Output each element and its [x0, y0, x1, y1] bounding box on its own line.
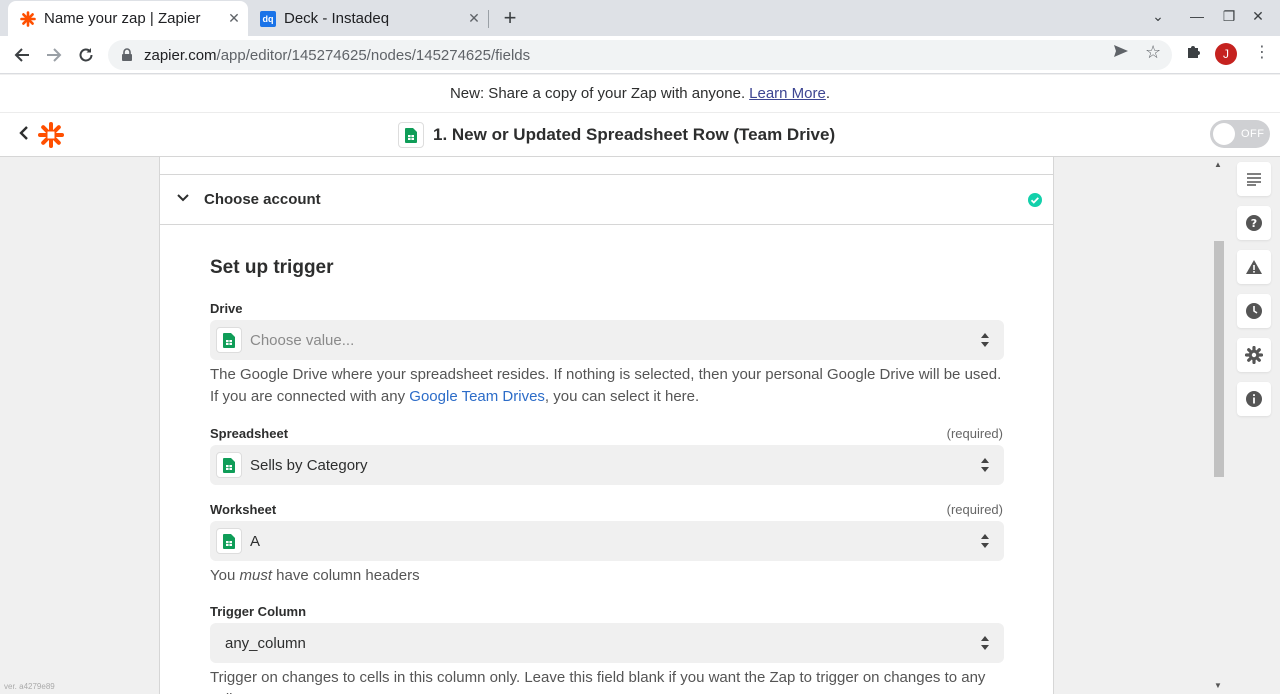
- trigger-column-label: Trigger Column: [210, 604, 307, 619]
- sort-arrows-icon: [981, 534, 989, 548]
- trigger-column-select[interactable]: any_column: [210, 623, 1004, 663]
- tab-title: Name your zap | Zapier: [44, 10, 201, 27]
- google-team-drives-link[interactable]: Google Team Drives: [409, 388, 545, 405]
- kebab-menu-icon[interactable]: ⋮: [1254, 42, 1270, 62]
- forward-arrow-icon[interactable]: [41, 42, 67, 68]
- spreadsheet-label: Spreadsheet: [210, 426, 289, 441]
- browser-toolbar: zapier.com/app/editor/145274625/nodes/14…: [0, 36, 1280, 74]
- spreadsheet-select[interactable]: Sells by Category: [210, 445, 1004, 485]
- step-config-card: Choose account Set up trigger Drive Choo…: [159, 157, 1054, 694]
- scroll-down-arrow-icon[interactable]: ▼: [1214, 681, 1222, 690]
- section-label: Choose account: [204, 191, 321, 208]
- worksheet-help-text: You must have column headers: [210, 565, 1010, 587]
- svg-text:?: ?: [1251, 217, 1257, 230]
- worksheet-label: Worksheet: [210, 502, 277, 517]
- scrollbar-thumb[interactable]: [1214, 241, 1224, 477]
- right-sidebar: ?: [1228, 157, 1280, 694]
- worksheet-value: A: [250, 532, 261, 550]
- lock-icon: [122, 48, 132, 61]
- tab-search-chevron-icon[interactable]: ⌄: [1148, 8, 1168, 25]
- tab-zapier[interactable]: Name your zap | Zapier ✕: [8, 1, 248, 36]
- drive-placeholder: Choose value...: [250, 331, 355, 349]
- browser-tab-strip: Name your zap | Zapier ✕ dq Deck - Insta…: [0, 0, 1280, 36]
- step-title-text: 1. New or Updated Spreadsheet Row (Team …: [433, 125, 836, 144]
- zap-editor-header: 1. New or Updated Spreadsheet Row (Team …: [0, 113, 1280, 157]
- toggle-knob: [1213, 123, 1235, 145]
- google-sheets-icon: [398, 122, 424, 148]
- new-tab-icon[interactable]: +: [498, 6, 522, 30]
- required-tag: (required): [946, 426, 1003, 441]
- history-icon[interactable]: [1237, 294, 1271, 328]
- learn-more-link[interactable]: Learn More: [749, 85, 826, 102]
- alert-icon[interactable]: [1237, 250, 1271, 284]
- banner-suffix: .: [825, 85, 831, 102]
- chevron-down-icon: [177, 194, 189, 202]
- tab-separator: [488, 10, 489, 28]
- minimize-icon[interactable]: —: [1187, 8, 1207, 24]
- banner-text: New: Share a copy of your Zap with anyon…: [449, 85, 746, 102]
- reload-icon[interactable]: [73, 42, 99, 68]
- zapier-logo-icon[interactable]: [38, 122, 64, 148]
- help-emphasis: must: [239, 567, 272, 584]
- sort-arrows-icon: [981, 636, 989, 650]
- url-host: zapier.com: [144, 46, 217, 64]
- toggle-label: OFF: [1241, 128, 1265, 140]
- scrollbar[interactable]: ▲ ▼: [1212, 157, 1226, 694]
- close-icon[interactable]: ✕: [460, 10, 488, 27]
- instadeq-dq-icon: dq: [260, 10, 276, 27]
- spreadsheet-value: Sells by Category: [250, 456, 368, 474]
- tab-title: Deck - Instadeq: [284, 10, 390, 27]
- help-icon[interactable]: ?: [1237, 206, 1271, 240]
- sort-arrows-icon: [981, 458, 989, 472]
- check-circle-icon: [1028, 193, 1042, 207]
- address-bar[interactable]: zapier.com/app/editor/145274625/nodes/14…: [108, 40, 1172, 70]
- zapier-asterisk-icon: [20, 10, 36, 27]
- chevron-left-icon[interactable]: [18, 125, 30, 146]
- drive-help-text: The Google Drive where your spreadsheet …: [210, 364, 1010, 408]
- drive-select[interactable]: Choose value...: [210, 320, 1004, 360]
- url-path: /app/editor/145274625/nodes/145274625/fi…: [216, 46, 531, 64]
- extensions-puzzle-icon[interactable]: [1185, 44, 1201, 65]
- help-text: , you can select it here.: [544, 388, 700, 405]
- details-icon[interactable]: [1237, 162, 1271, 196]
- trigger-column-help-text: Trigger on changes to cells in this colu…: [210, 669, 986, 694]
- google-sheets-icon: [216, 528, 242, 554]
- settings-icon[interactable]: [1237, 338, 1271, 372]
- bookmark-star-icon[interactable]: ☆: [1145, 42, 1161, 63]
- sort-arrows-icon: [981, 333, 989, 347]
- trigger-column-value: any_column: [225, 634, 306, 652]
- announcement-banner: New: Share a copy of your Zap with anyon…: [0, 75, 1280, 113]
- scroll-up-arrow-icon[interactable]: ▲: [1214, 160, 1222, 169]
- version-label: ver. a4279e89: [4, 682, 55, 691]
- choose-account-section[interactable]: Choose account: [160, 175, 1053, 225]
- step-title[interactable]: 1. New or Updated Spreadsheet Row (Team …: [398, 122, 835, 148]
- help-text: You: [210, 567, 240, 584]
- info-icon[interactable]: [1237, 382, 1271, 416]
- collapsed-section-edge: [160, 157, 1053, 175]
- help-text: have column headers: [272, 567, 420, 584]
- required-tag: (required): [946, 502, 1003, 517]
- zap-on-off-toggle[interactable]: OFF: [1210, 120, 1270, 148]
- close-icon[interactable]: ✕: [220, 10, 248, 27]
- tab-instadeq[interactable]: dq Deck - Instadeq ✕: [248, 1, 488, 36]
- google-sheets-icon: [216, 452, 242, 478]
- restore-icon[interactable]: ❐: [1219, 8, 1239, 25]
- google-sheets-icon: [216, 327, 242, 353]
- drive-label: Drive: [210, 301, 243, 316]
- worksheet-select[interactable]: A: [210, 521, 1004, 561]
- window-close-icon[interactable]: ✕: [1248, 8, 1268, 25]
- send-icon[interactable]: [1113, 44, 1129, 63]
- setup-trigger-title: Set up trigger: [210, 257, 334, 278]
- back-arrow-icon[interactable]: [9, 42, 35, 68]
- profile-avatar[interactable]: J: [1215, 43, 1237, 65]
